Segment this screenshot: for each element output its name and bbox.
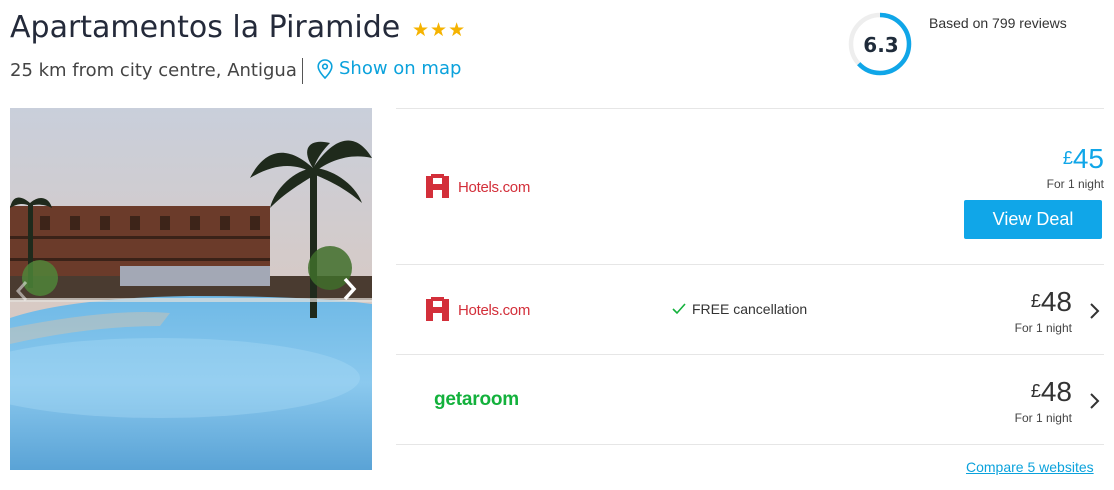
hotels-com-icon bbox=[426, 174, 449, 198]
hotels-com-logo[interactable]: Hotels.com bbox=[426, 174, 530, 200]
chevron-left-icon bbox=[15, 281, 28, 301]
view-deal-button[interactable]: View Deal bbox=[964, 200, 1102, 239]
star-icon: ★ bbox=[412, 19, 430, 41]
per-night-text: For 1 night bbox=[1046, 177, 1104, 191]
deal-divider bbox=[396, 354, 1104, 355]
chevron-right-icon[interactable] bbox=[1088, 301, 1102, 321]
chevron-right-icon[interactable] bbox=[1088, 391, 1102, 411]
star-rating: ★ ★ ★ bbox=[412, 20, 465, 40]
chevron-right-icon bbox=[343, 277, 357, 301]
deal-price: £45 bbox=[1010, 143, 1104, 175]
reviews-count: Based on 799 reviews bbox=[929, 15, 1067, 31]
rating-score: 6.3 bbox=[863, 33, 899, 57]
show-on-map-link[interactable]: Show on map bbox=[317, 58, 461, 79]
star-icon: ★ bbox=[448, 19, 466, 41]
hotel-name: Apartamentos la Piramide bbox=[10, 10, 401, 45]
star-icon: ★ bbox=[430, 19, 448, 41]
location-divider bbox=[302, 58, 303, 84]
per-night-text: For 1 night bbox=[1014, 411, 1072, 425]
deal-divider bbox=[396, 264, 1104, 265]
price-amount: 45 bbox=[1072, 143, 1104, 174]
prev-photo-button[interactable] bbox=[10, 274, 34, 308]
hotel-photo[interactable] bbox=[10, 108, 372, 470]
deal-price[interactable]: £48 bbox=[980, 286, 1072, 318]
map-pin-icon bbox=[317, 58, 333, 79]
price-currency: £ bbox=[1030, 381, 1041, 401]
show-on-map-label: Show on map bbox=[339, 58, 462, 79]
price-amount: 48 bbox=[1040, 376, 1072, 407]
provider-name: Hotels.com bbox=[458, 178, 531, 196]
deal-divider bbox=[396, 444, 1104, 445]
getaroom-logo[interactable]: getaroom bbox=[434, 389, 519, 411]
provider-name: Hotels.com bbox=[458, 301, 531, 319]
provider-name: getaroom bbox=[434, 389, 519, 410]
free-cancellation-label: FREE cancellation bbox=[692, 301, 808, 317]
deals-top-divider bbox=[396, 108, 1104, 109]
deal-price[interactable]: £48 bbox=[980, 376, 1072, 408]
hotel-location: 25 km from city centre, Antigua bbox=[10, 60, 297, 81]
hotels-com-logo[interactable]: Hotels.com bbox=[426, 297, 530, 323]
per-night-text: For 1 night bbox=[1014, 321, 1072, 335]
compare-websites-link[interactable]: Compare 5 websites bbox=[966, 459, 1094, 475]
price-currency: £ bbox=[1030, 291, 1041, 311]
price-amount: 48 bbox=[1040, 286, 1072, 317]
check-icon bbox=[672, 303, 686, 315]
next-photo-button[interactable] bbox=[328, 262, 372, 316]
price-currency: £ bbox=[1062, 148, 1073, 168]
hotels-com-icon bbox=[426, 297, 449, 321]
free-cancellation: FREE cancellation bbox=[672, 301, 807, 317]
